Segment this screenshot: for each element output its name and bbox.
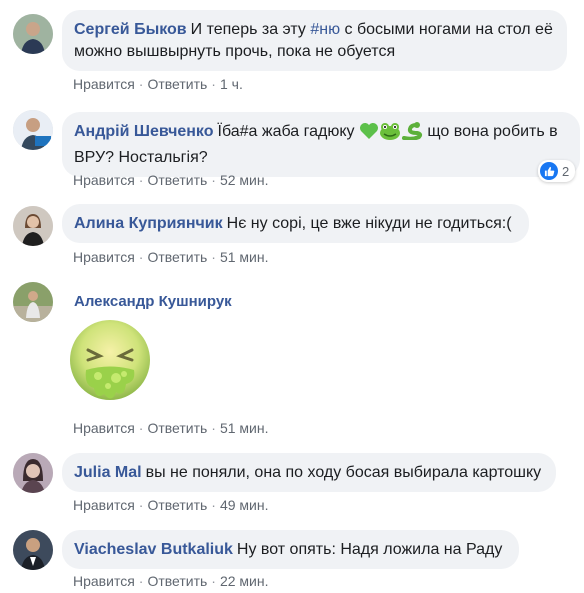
avatar[interactable]	[13, 14, 53, 54]
comment-time[interactable]: 51 мин.	[220, 249, 269, 265]
comment-actions: Нравится · Ответить · 1 ч.	[73, 76, 243, 92]
like-link[interactable]: Нравится	[73, 497, 135, 513]
comment-actions: Нравится · Ответить · 52 мин.	[73, 172, 269, 188]
avatar[interactable]	[13, 282, 53, 322]
like-link[interactable]: Нравится	[73, 420, 135, 436]
comment-actions: Нравится · Ответить · 49 мин.	[73, 497, 269, 513]
avatar[interactable]	[13, 206, 53, 246]
comment-time[interactable]: 1 ч.	[220, 76, 243, 92]
like-link[interactable]: Нравится	[73, 573, 135, 589]
comment-text: Нє ну сорі, це вже нікуди не годиться:(	[226, 215, 512, 232]
avatar[interactable]	[13, 110, 53, 150]
comment-actions: Нравится · Ответить · 51 мин.	[73, 249, 269, 265]
reaction-count: 2	[562, 163, 570, 179]
avatar[interactable]	[13, 453, 53, 493]
comment-text: И теперь за эту	[190, 21, 311, 38]
green-heart-icon	[359, 122, 379, 147]
comment-bubble: Viacheslav Butkaliuk Ну вот опять: Надя л…	[62, 530, 519, 569]
like-link[interactable]: Нравится	[73, 249, 135, 265]
comment-author[interactable]: Julia Mal	[74, 464, 142, 481]
comment-bubble: Андрій Шевченко Їба#а жаба гадюку що вона…	[62, 112, 580, 177]
comment-time[interactable]: 52 мин.	[220, 172, 269, 188]
reaction-summary[interactable]: 2	[538, 160, 576, 182]
comment-author[interactable]: Андрій Шевченко	[74, 123, 214, 140]
like-reaction-icon	[540, 162, 558, 180]
comment-author[interactable]: Viacheslav Butkaliuk	[74, 541, 233, 558]
comment-time[interactable]: 51 мин.	[220, 420, 269, 436]
snake-icon	[401, 122, 423, 147]
comment-author[interactable]: Сергей Быков	[74, 21, 187, 38]
comment-author[interactable]: Александр Кушнирук	[74, 293, 232, 310]
avatar[interactable]	[13, 530, 53, 570]
comment-bubble: Алина Куприянчик Нє ну сорі, це вже нікуд…	[62, 204, 529, 243]
like-link[interactable]: Нравится	[73, 76, 135, 92]
hashtag-link[interactable]: #ню	[310, 21, 340, 38]
comment-time[interactable]: 22 мин.	[220, 573, 269, 589]
like-link[interactable]: Нравится	[73, 172, 135, 188]
comment-text: Ну вот опять: Надя ложила на Раду	[236, 541, 503, 558]
reply-link[interactable]: Ответить	[147, 76, 207, 92]
comment-text: вы не поняли, она по ходу босая выбирала…	[145, 464, 542, 481]
comment-bubble: Julia Mal вы не поняли, она по ходу босая…	[62, 453, 556, 492]
comment-actions: Нравится · Ответить · 22 мин.	[73, 573, 269, 589]
reply-link[interactable]: Ответить	[147, 249, 207, 265]
comment-bubble: Сергей Быков И теперь за эту #ню с босыми…	[62, 10, 567, 71]
comment-actions: Нравится · Ответить · 51 мин.	[73, 420, 269, 436]
comment-author[interactable]: Алина Куприянчик	[74, 215, 223, 232]
reply-link[interactable]: Ответить	[147, 172, 207, 188]
reply-link[interactable]: Ответить	[147, 573, 207, 589]
reply-link[interactable]: Ответить	[147, 420, 207, 436]
reply-link[interactable]: Ответить	[147, 497, 207, 513]
comment-text: Їба#а жаба гадюку	[217, 123, 355, 140]
comment-time[interactable]: 49 мин.	[220, 497, 269, 513]
frog-icon	[379, 122, 401, 147]
vomit-face-sticker	[64, 318, 156, 410]
